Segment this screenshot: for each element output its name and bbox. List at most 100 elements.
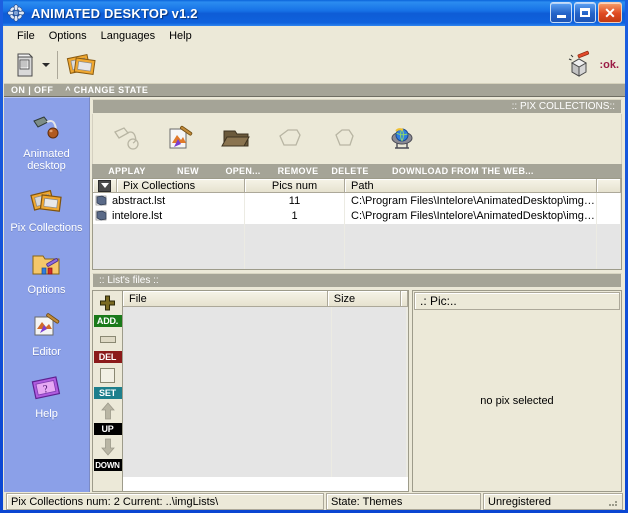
menu-item-help[interactable]: Help [162, 28, 199, 44]
main-area: Animated desktop Pix Collections Options… [4, 97, 625, 492]
down-label: DOWN [93, 459, 122, 471]
status-bar: Pix Collections num: 2 Current: ..\imgLi… [4, 492, 625, 510]
list-item [123, 324, 408, 341]
square-icon [93, 363, 123, 387]
filter-column-header[interactable] [93, 179, 117, 194]
move-down-button[interactable]: DOWN [93, 435, 123, 471]
plus-icon [93, 291, 123, 315]
cell-pics-num: 11 [245, 193, 345, 209]
sidebar-item-help[interactable]: ? Help [5, 368, 89, 426]
set-file-button[interactable]: SET [93, 363, 123, 399]
collections-toolbar [92, 114, 622, 164]
sidebar-item-label: Pix Collections [10, 222, 83, 234]
cell-name: intelore.lst [93, 208, 245, 224]
column-header-file[interactable]: File [123, 291, 328, 307]
sidebar-item-label: Animated desktop [23, 148, 70, 172]
pix-collections-button[interactable] [61, 48, 101, 82]
lst-file-icon [95, 209, 109, 222]
list-item [123, 460, 408, 477]
menu-bar: File Options Languages Help [4, 26, 625, 46]
maximize-icon [580, 8, 590, 17]
list-item [123, 409, 408, 426]
lists-files-area: ADD. DEL SET UP DOWN File Size .: Pic:..… [92, 290, 622, 492]
applay-button[interactable] [101, 117, 155, 161]
change-state-label[interactable]: ^ CHANGE STATE [65, 85, 148, 95]
applay-label: APPLAY [108, 166, 146, 176]
column-header-name[interactable]: Pix Collections [117, 179, 245, 194]
paint-desktop-icon [28, 111, 66, 145]
arrow-down-icon [93, 435, 123, 459]
column-header-pics-num[interactable]: Pics num [245, 179, 345, 194]
sidebar-item-pix-collections[interactable]: Pix Collections [5, 182, 89, 240]
sidebar-item-editor[interactable]: Editor [5, 306, 89, 364]
filter-icon[interactable] [98, 179, 111, 192]
column-header-extra[interactable] [597, 179, 621, 194]
title-bar[interactable]: ANIMATED DESKTOP v1.2 ✕ [3, 0, 625, 26]
sidebar-item-label: Options [27, 284, 66, 296]
pix-collections-icon [65, 50, 97, 80]
help-book-icon: ? [28, 371, 66, 405]
minimize-icon [556, 14, 566, 18]
options-folder-icon [28, 247, 66, 281]
delete-button[interactable] [317, 117, 371, 161]
status-state: State: Themes [326, 493, 481, 510]
maximize-button[interactable] [574, 2, 596, 23]
table-row[interactable]: intelore.lst 1 C:\Program Files\Intelore… [93, 208, 621, 224]
onoff-label[interactable]: ON | OFF [11, 85, 53, 95]
minus-icon [93, 327, 123, 351]
list-item [123, 341, 408, 358]
del-file-button[interactable]: DEL [93, 327, 123, 363]
collections-table[interactable]: Pix Collections Pics num Path abstract.l… [92, 178, 622, 270]
cell-extra [597, 208, 621, 224]
toolbar-group-state [4, 46, 105, 83]
remove-button[interactable] [263, 117, 317, 161]
open-label: OPEN... [225, 166, 261, 176]
open-button[interactable] [209, 117, 263, 161]
table-row-empty [93, 253, 621, 269]
table-row[interactable]: abstract.lst 11 C:\Program Files\Intelor… [93, 193, 621, 209]
list-item [123, 307, 408, 324]
move-up-button[interactable]: UP [93, 399, 123, 435]
pic-panel-header: .: Pic:.. [414, 292, 620, 310]
minimize-button[interactable] [550, 2, 572, 23]
files-table[interactable]: File Size [122, 290, 409, 492]
collections-table-header: Pix Collections Pics num Path [93, 179, 621, 194]
lst-file-icon [95, 194, 109, 207]
column-header-path[interactable]: Path [345, 179, 597, 194]
sidebar-item-label: Editor [32, 346, 61, 358]
content-area: :: PIX COLLECTIONS:: APPLAY NEW OPEN... … [90, 97, 625, 492]
cell-extra [597, 193, 621, 209]
state-toggle-button[interactable] [8, 48, 54, 82]
menu-item-file[interactable]: File [10, 28, 42, 44]
cell-name-text: abstract.lst [112, 194, 166, 207]
download-from-web-button[interactable] [371, 117, 433, 161]
del-label: DEL [93, 351, 122, 363]
flower-icon [7, 4, 25, 22]
resize-grip-icon[interactable] [606, 497, 618, 507]
sidebar-item-animated-desktop[interactable]: Animated desktop [5, 108, 89, 178]
column-header-files-extra[interactable] [401, 291, 408, 307]
editor-brush-icon [28, 309, 66, 343]
sidebar-item-options[interactable]: Options [5, 244, 89, 302]
add-file-button[interactable]: ADD. [93, 291, 123, 327]
cell-name-text: intelore.lst [112, 209, 163, 222]
new-button[interactable] [155, 117, 209, 161]
sidebar-item-label: Help [35, 408, 58, 420]
column-header-size[interactable]: Size [327, 291, 401, 307]
close-button[interactable]: ✕ [598, 2, 622, 23]
sidebar: Animated desktop Pix Collections Options… [4, 97, 90, 492]
chevron-down-icon[interactable] [42, 62, 50, 67]
lists-files-header-label: :: List's files :: [99, 275, 159, 286]
table-row-empty [93, 238, 621, 254]
file-actions-strip: ADD. DEL SET UP DOWN [92, 290, 122, 492]
pic-panel-body: no pix selected [413, 311, 621, 491]
onoff-state-bar[interactable]: ON | OFF ^ CHANGE STATE [4, 84, 625, 97]
menu-item-languages[interactable]: Languages [94, 28, 162, 44]
window-controls: ✕ [550, 2, 622, 23]
list-item [123, 443, 408, 460]
monitor-icon [12, 50, 38, 80]
globe-download-icon [384, 122, 420, 156]
menu-item-options[interactable]: Options [42, 28, 94, 44]
collections-toolbar-labels: APPLAY NEW OPEN... REMOVE DELETE DOWNLOA… [92, 164, 622, 178]
new-label: NEW [177, 166, 199, 176]
